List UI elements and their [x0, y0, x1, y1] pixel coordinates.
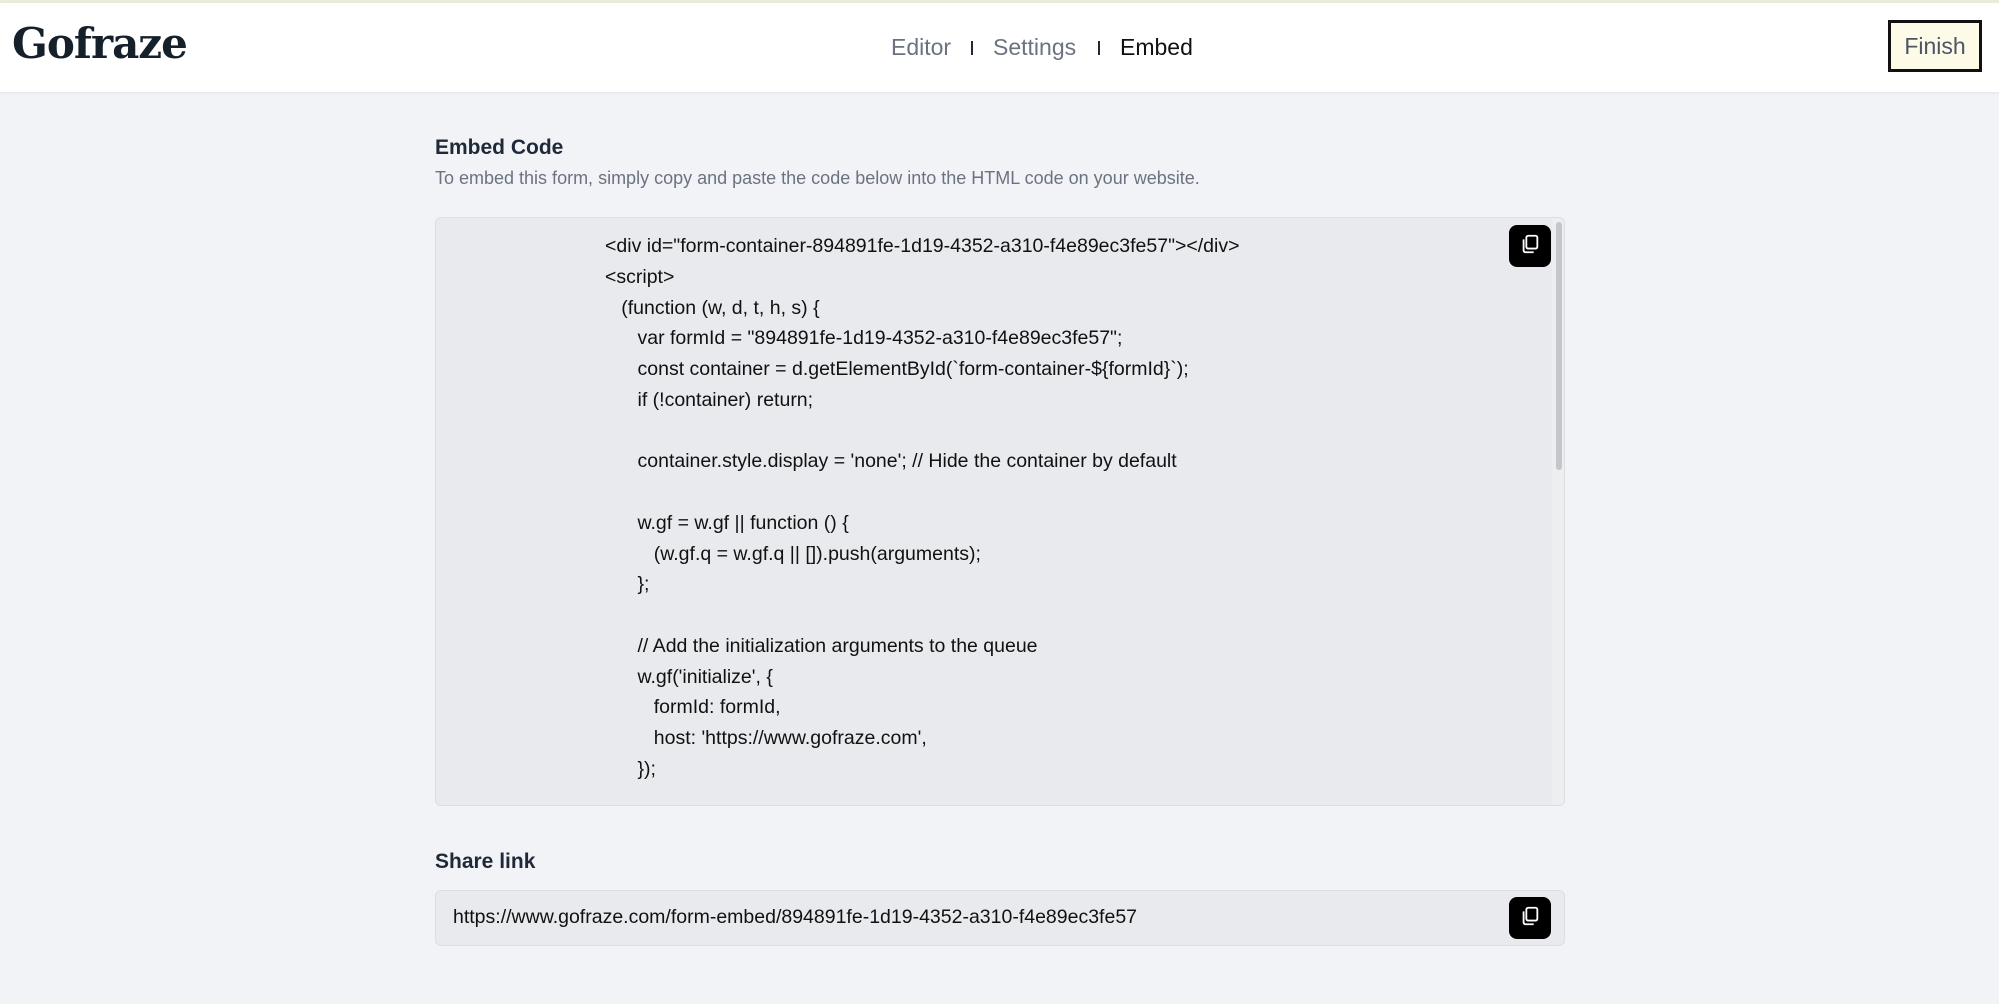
code-line: const container = d.getElementById(`form… — [605, 358, 1189, 380]
code-line: }; — [605, 573, 650, 596]
tab-embed[interactable]: Embed — [1120, 34, 1193, 61]
top-navbar: Gofraze Editor Settings Embed Finish — [0, 3, 1999, 93]
code-line: var formId = "894891fe-1d19-4352-a310-f4… — [605, 327, 1123, 350]
copy-embed-code-button[interactable] — [1509, 225, 1551, 267]
nav-divider — [1098, 41, 1100, 55]
code-line: // Add the initialization arguments to t… — [605, 634, 1038, 657]
share-link-url[interactable]: https://www.gofraze.com/form-embed/89489… — [453, 906, 1137, 929]
embed-code-description: To embed this form, simply copy and past… — [435, 168, 1200, 188]
embed-code-title: Embed Code — [435, 136, 564, 159]
code-line: <div id="form-container-894891fe-1d19-43… — [605, 235, 1240, 257]
code-line: <script> — [605, 265, 675, 288]
nav-divider — [971, 41, 973, 55]
finish-button[interactable]: Finish — [1888, 20, 1982, 72]
code-line: if (!container) return; — [605, 388, 814, 411]
copy-icon — [1519, 233, 1541, 260]
code-line: }); — [605, 757, 656, 780]
code-line: container.style.display = 'none'; // Hid… — [605, 450, 1177, 473]
code-line: host: 'https://www.gofraze.com', — [605, 727, 927, 749]
code-line: w.gf = w.gf || function () { — [605, 511, 849, 534]
copy-icon — [1519, 905, 1541, 932]
tab-editor[interactable]: Editor — [891, 34, 951, 61]
code-line: w.gf('initialize', { — [605, 665, 773, 688]
embed-code-block[interactable]: <div id="form-container-894891fe-1d19-43… — [435, 217, 1565, 806]
code-line: (function (w, d, t, h, s) { — [605, 296, 820, 319]
share-link-title: Share link — [435, 850, 536, 873]
nav-tabs: Editor Settings Embed — [0, 3, 1999, 92]
share-link-field[interactable]: https://www.gofraze.com/form-embed/89489… — [435, 890, 1565, 946]
gofraze-logo[interactable]: Gofraze — [12, 19, 188, 68]
copy-share-link-button[interactable] — [1509, 897, 1551, 939]
code-scrollbar-thumb[interactable] — [1556, 222, 1562, 470]
tab-settings[interactable]: Settings — [993, 34, 1076, 61]
code-scrollbar[interactable] — [1552, 218, 1564, 805]
code-line: formId: formId, — [605, 696, 781, 719]
code-lines: <div id="form-container-894891fe-1d19-43… — [605, 231, 1240, 785]
code-line: (w.gf.q = w.gf.q || []).push(arguments); — [605, 542, 981, 565]
